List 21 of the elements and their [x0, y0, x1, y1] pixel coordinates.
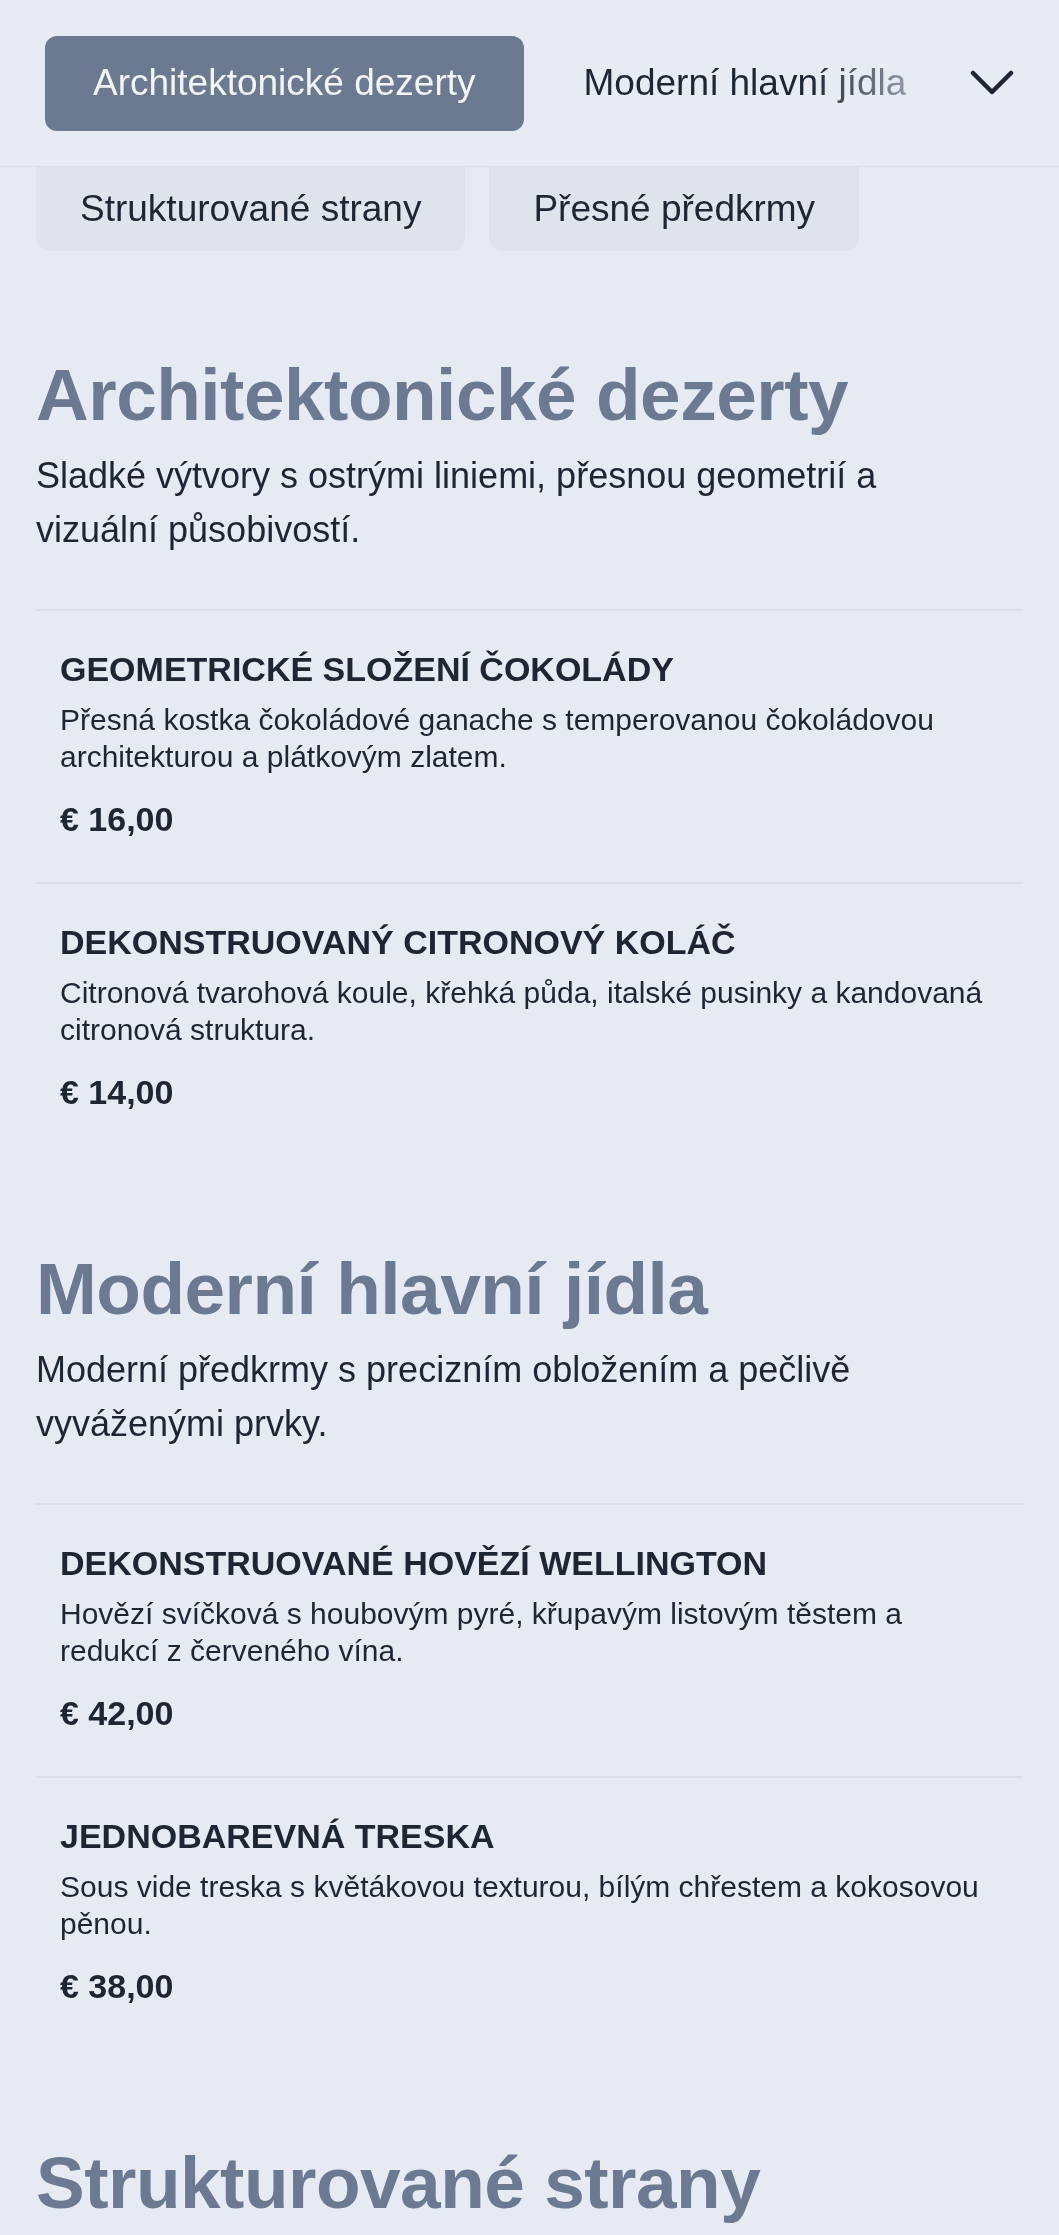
dish-price: € 14,00	[60, 1072, 175, 1112]
category-tab[interactable]: Strukturované strany	[36, 167, 466, 251]
category-tab[interactable]: Architektonické dezerty	[45, 35, 524, 131]
dish-description: Citronová tvarohová koule, křehká půda, italské pusinky a kandovaná citronová struktura.	[60, 975, 984, 1048]
dish-price: € 42,00	[60, 1693, 175, 1733]
dish-description: Hovězí svíčková s houbovým pyré, křupavým listovým těstem a redukcí z červeného vína.	[60, 1596, 903, 1669]
section-heading: Moderní hlavní jídla	[36, 1249, 710, 1329]
dish-description: Sous vide treska s květákovou texturou, bílým chřestem a kokosovou pěnou.	[60, 1869, 980, 1942]
dish-name: DEKONSTRUOVANÉ HOVĚZÍ WELLINGTON	[60, 1543, 769, 1583]
section-heading: Strukturované strany	[36, 2143, 762, 2223]
category-tab[interactable]: Přesné předkrmy	[489, 167, 860, 251]
dish-description: Přesná kostka čokoládové ganache s temperovanou čokoládovou architekturou a plátkovým zlatem.	[60, 702, 935, 775]
dish-price: € 16,00	[60, 799, 175, 839]
section-heading: Architektonické dezerty	[36, 355, 850, 435]
dish-name: GEOMETRICKÉ SLOŽENÍ ČOKOLÁDY	[60, 649, 675, 689]
dish-name: DEKONSTRUOVANÝ CITRONOVÝ KOLÁČ	[60, 922, 737, 962]
section-description: Sladké výtvory s ostrými liniemi, přesnou geometrií a vizuální působivostí.	[36, 454, 878, 552]
dish-price: € 38,00	[60, 1966, 175, 2006]
section-description: Moderní předkrmy s precizním obložením a pečlivě vyváženými prvky.	[36, 1348, 852, 1446]
dish-name: JEDNOBAREVNÁ TRESKA	[60, 1816, 496, 1856]
chevron-down-icon[interactable]	[970, 70, 1014, 96]
